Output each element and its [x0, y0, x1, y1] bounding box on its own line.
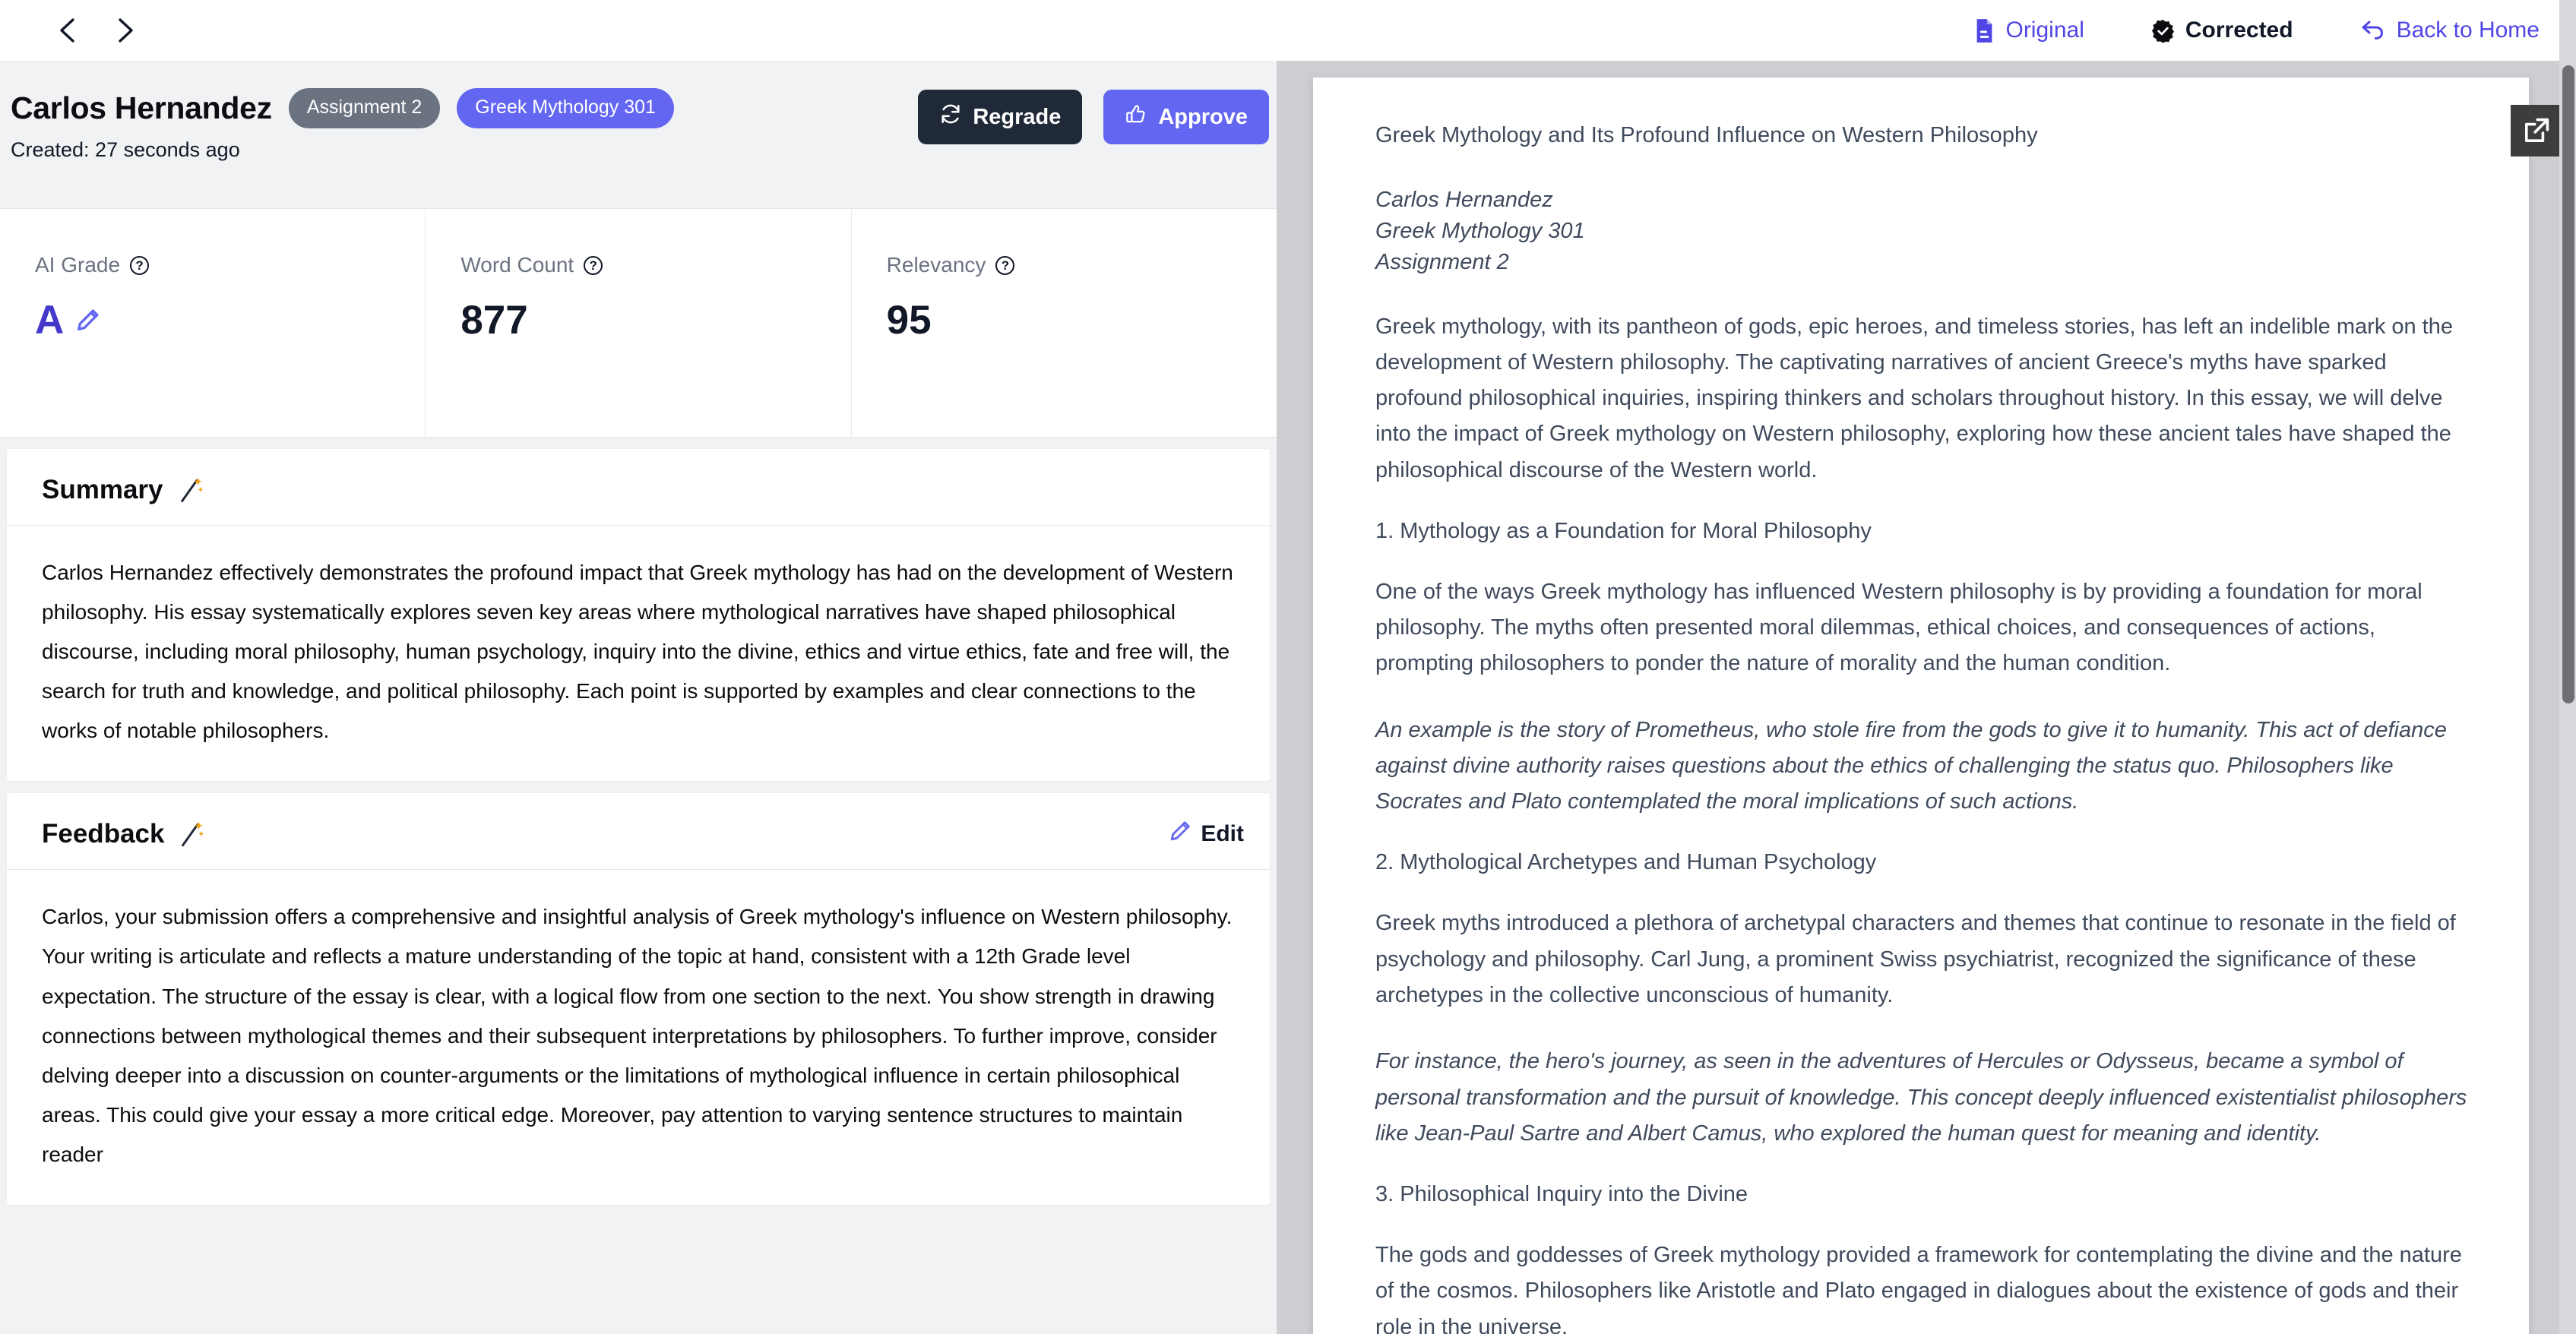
- left-panel: Carlos Hernandez Assignment 2 Greek Myth…: [0, 61, 1277, 1334]
- summary-header: Summary: [7, 449, 1270, 526]
- relevancy-value: 95: [886, 298, 932, 343]
- feedback-card: Feedback Edit Carlos, your submission of…: [6, 792, 1271, 1206]
- edit-feedback-button[interactable]: Edit: [1168, 820, 1244, 849]
- word-count-value: 877: [460, 298, 528, 343]
- magic-wand-icon: [179, 476, 204, 504]
- thumbs-up-icon: [1125, 103, 1147, 131]
- approve-button[interactable]: Approve: [1103, 90, 1269, 144]
- document-paragraph: Greek myths introduced a plethora of arc…: [1375, 911, 2456, 1007]
- metric-card-ai-grade: AI Grade ? A: [0, 209, 426, 437]
- edit-label: Edit: [1201, 821, 1244, 847]
- help-icon[interactable]: ?: [995, 255, 1015, 275]
- page-title: Carlos Hernandez: [11, 90, 272, 125]
- back-to-home-label: Back to Home: [2396, 17, 2540, 43]
- header-action-buttons: Regrade Approve: [918, 90, 1269, 144]
- feedback-title: Feedback: [42, 819, 165, 849]
- document-paragraph: Greek mythology, with its pantheon of go…: [1375, 314, 2453, 482]
- document-meta-line: Carlos Hernandez: [1375, 188, 1553, 212]
- previous-button[interactable]: [47, 10, 88, 51]
- document-paragraph: One of the ways Greek mythology has infl…: [1375, 579, 2423, 676]
- open-external-button[interactable]: [2511, 105, 2562, 156]
- help-icon[interactable]: ?: [584, 255, 603, 275]
- metric-card-word-count: Word Count ? 877: [426, 209, 852, 437]
- top-bar: Original Corrected Back to Home: [0, 0, 2576, 61]
- regrade-button[interactable]: Regrade: [918, 90, 1083, 144]
- document-card: Greek Mythology and Its Profound Influen…: [1313, 77, 2529, 1334]
- metric-label: AI Grade: [35, 253, 121, 277]
- metrics-row: AI Grade ? A Word Count ? 877 Relevancy …: [0, 208, 1277, 438]
- document-heading: 2. Mythological Archetypes and Human Psy…: [1375, 850, 1877, 875]
- summary-title: Summary: [42, 475, 163, 504]
- page-scrollbar-thumb[interactable]: [2562, 65, 2574, 703]
- external-link-icon: [2525, 118, 2549, 142]
- back-to-home-button[interactable]: Back to Home: [2360, 17, 2540, 43]
- edit-grade-icon[interactable]: [74, 297, 100, 343]
- top-bar-actions: Original Corrected Back to Home: [1974, 17, 2540, 43]
- page-scrollbar-track[interactable]: [2559, 0, 2576, 1334]
- document-paragraph: The gods and goddesses of Greek mytholog…: [1375, 1243, 2462, 1334]
- ai-grade-value: A: [35, 298, 65, 343]
- refresh-icon: [939, 103, 962, 131]
- metric-value-row: A: [35, 297, 425, 343]
- chevron-right-icon: [119, 18, 133, 43]
- document-paragraph-italic: For instance, the hero's journey, as see…: [1375, 1049, 2467, 1146]
- feedback-text: Carlos, your submission offers a compreh…: [42, 905, 1233, 1166]
- course-badge: Greek Mythology 301: [457, 88, 674, 128]
- metric-value-row: 95: [887, 297, 1277, 343]
- document-paragraph-italic: An example is the story of Prometheus, w…: [1375, 717, 2447, 814]
- metric-card-relevancy: Relevancy ? 95: [852, 209, 1277, 437]
- summary-card: Summary Carlos Hernandez effectively dem…: [6, 448, 1271, 782]
- navigation-arrows: [47, 10, 146, 51]
- corrected-button[interactable]: Corrected: [2151, 17, 2293, 43]
- check-badge-icon: [2151, 19, 2175, 43]
- document-title: Greek Mythology and Its Profound Influen…: [1375, 123, 2038, 147]
- metric-value-row: 877: [460, 297, 850, 343]
- metric-label-row: Word Count ?: [460, 253, 850, 277]
- chevron-left-icon: [60, 18, 74, 43]
- original-label: Original: [2005, 17, 2084, 43]
- metric-label-row: AI Grade ?: [35, 253, 425, 277]
- original-button[interactable]: Original: [1974, 17, 2084, 43]
- approve-label: Approve: [1158, 104, 1248, 129]
- student-header: Carlos Hernandez Assignment 2 Greek Myth…: [0, 61, 1277, 208]
- undo-arrow-icon: [2360, 18, 2386, 43]
- document-heading: 3. Philosophical Inquiry into the Divine: [1375, 1182, 1748, 1207]
- metric-label: Relevancy: [886, 253, 986, 277]
- document-heading: 1. Mythology as a Foundation for Moral P…: [1375, 518, 1872, 543]
- document-panel: Greek Mythology and Its Profound Influen…: [1277, 61, 2576, 1334]
- document-meta-line: Assignment 2: [1375, 250, 1509, 275]
- regrade-label: Regrade: [973, 104, 1062, 129]
- pencil-icon: [1168, 820, 1191, 849]
- assignment-badge: Assignment 2: [288, 88, 441, 128]
- help-icon[interactable]: ?: [130, 255, 150, 275]
- document-meta: Carlos Hernandez Greek Mythology 301 Ass…: [1375, 185, 2474, 279]
- feedback-header: Feedback Edit: [7, 793, 1270, 871]
- corrected-label: Corrected: [2185, 17, 2293, 43]
- magic-wand-icon: [179, 820, 205, 848]
- next-button[interactable]: [105, 10, 146, 51]
- document-icon: [1974, 18, 1995, 43]
- metric-label-row: Relevancy ?: [887, 253, 1277, 277]
- metric-label: Word Count: [460, 253, 574, 277]
- document-meta-line: Greek Mythology 301: [1375, 219, 1585, 244]
- summary-text: Carlos Hernandez effectively demonstrate…: [42, 561, 1233, 743]
